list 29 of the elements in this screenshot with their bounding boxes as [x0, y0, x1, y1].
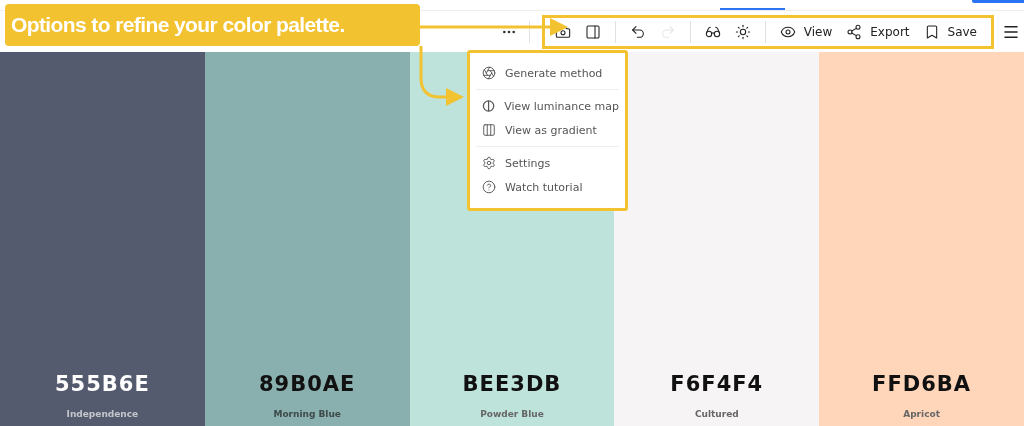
- color-name: Cultured: [694, 409, 739, 419]
- color-name: Apricot: [903, 409, 940, 419]
- color-name: Powder Blue: [480, 409, 544, 419]
- share-icon: [846, 23, 863, 40]
- color-name: Morning Blue: [273, 409, 341, 419]
- redo-icon: [659, 23, 676, 40]
- undo-icon: [629, 23, 646, 40]
- callout-text: Options to refine your color palette.: [11, 13, 345, 37]
- share-button[interactable]: Export: [844, 21, 912, 42]
- tab-indicator: [720, 8, 785, 10]
- columns-icon: [482, 123, 496, 137]
- half-circle-icon: [482, 99, 496, 113]
- color-swatch[interactable]: FFD6BA Apricot: [819, 52, 1024, 426]
- panel-icon: [584, 23, 601, 40]
- settings-icon: [482, 156, 496, 170]
- hex-code: BEE3DB: [462, 372, 562, 396]
- sun-icon: [734, 23, 751, 40]
- connector-arrow: [419, 46, 464, 106]
- hex-code: 555B6E: [55, 372, 150, 396]
- hex-code: FFD6BA: [872, 372, 972, 396]
- color-swatch[interactable]: 555B6E Independence: [0, 52, 205, 426]
- bookmark-button[interactable]: Save: [921, 21, 979, 42]
- hex-code: 89B0AE: [258, 372, 356, 396]
- eye-button[interactable]: View: [777, 21, 835, 42]
- aperture-icon: [482, 66, 496, 80]
- help-icon: [482, 180, 496, 194]
- color-name: Independence: [66, 409, 139, 419]
- color-swatch[interactable]: 89B0AE Morning Blue: [204, 52, 410, 426]
- hex-code: F6F4F4: [670, 372, 764, 396]
